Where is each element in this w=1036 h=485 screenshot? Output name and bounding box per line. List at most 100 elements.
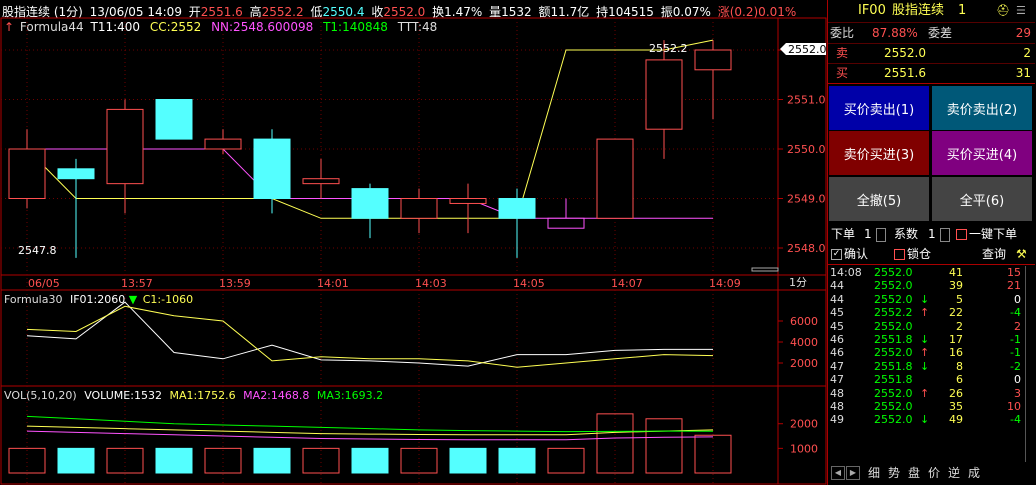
tick-delta: -1 xyxy=(1010,332,1021,346)
tick-arrow: ↑ xyxy=(920,306,930,320)
volume-bars xyxy=(8,413,732,474)
diff-label: 委差 xyxy=(928,26,953,40)
scroll-left-icon[interactable]: ◀ xyxy=(831,466,845,480)
tick-price: 2551.8 xyxy=(874,359,913,373)
vol-ma2: MA2:1468.8 xyxy=(243,389,309,402)
tick-price: 2551.8 xyxy=(874,373,913,387)
close-all-button[interactable]: 全平(6) xyxy=(932,177,1032,221)
sub-axis: 6000 4000 2000 xyxy=(778,315,818,370)
bottom-tab[interactable]: 价 xyxy=(924,463,944,483)
tick-delta: -2 xyxy=(1010,359,1021,373)
time-tick-label: 14:03 xyxy=(415,277,447,290)
tick-time: 44 xyxy=(830,292,844,306)
diff-value: 29 xyxy=(1015,26,1031,40)
kline-chart[interactable]: 2551.0 2550.0 2549.0 2548.0 06/05 13:57 13:59… xyxy=(0,0,827,485)
sell-price: 2552.0 xyxy=(884,46,926,60)
candle-body xyxy=(400,198,438,219)
bottom-tab[interactable]: 逆 xyxy=(944,463,964,483)
order-row: 下单 1 系数 1 一键下单 xyxy=(828,225,1035,243)
buy-price-sell-out-button[interactable]: 买价卖出(1) xyxy=(829,86,929,130)
tick-delta: 21 xyxy=(1007,279,1021,293)
cancel-all-button[interactable]: 全撤(5) xyxy=(829,177,929,221)
arrow-down-icon: ▼ xyxy=(129,293,138,306)
vol-ma3: MA3:1693.2 xyxy=(317,389,383,402)
vol-tick-label: 1000 xyxy=(790,442,818,455)
factor-label: 系数 xyxy=(894,227,919,241)
order-qty-input[interactable]: 1 xyxy=(864,225,872,243)
tick-price: 2552.0 xyxy=(874,266,913,279)
scroll-marker[interactable] xyxy=(751,267,779,272)
bottom-tab[interactable]: 成 xyxy=(964,463,984,483)
sub-yellow-line xyxy=(26,305,714,368)
panel-title: IF00 股指连续 1 ⛑ ☰ xyxy=(828,0,1035,23)
candle-body xyxy=(547,217,585,229)
high-annotation: 2552.2 xyxy=(649,42,688,55)
volume-ma-lines xyxy=(26,415,714,441)
query-button[interactable]: 查询 xyxy=(982,245,1006,264)
buy-price-buy-in-button[interactable]: 买价买进(4) xyxy=(932,131,1032,175)
confirm-checkbox[interactable]: ✓ 确认 xyxy=(831,245,868,264)
tick-price: 2551.8 xyxy=(874,332,913,346)
bottom-tab[interactable]: 盘 xyxy=(904,463,924,483)
volume-bar xyxy=(351,447,389,474)
tick-row: 45 2552.0 2 2 xyxy=(828,320,1035,333)
candle-body xyxy=(204,138,242,150)
tick-arrow: ↓ xyxy=(920,413,930,427)
tick-time: 47 xyxy=(830,359,844,373)
volume-bar xyxy=(302,447,340,474)
tick-price: 2552.2 xyxy=(874,306,913,320)
current-price-text: 2552.0 xyxy=(788,43,827,56)
sell-price-sell-out-button[interactable]: 卖价卖出(2) xyxy=(932,86,1032,130)
tick-volume: 16 xyxy=(949,346,963,360)
tick-row: 48 2552.0 ↑ 26 3 xyxy=(828,387,1035,400)
factor-spinner-icon[interactable] xyxy=(940,228,950,242)
tick-volume: 41 xyxy=(949,266,963,279)
candle-body xyxy=(57,168,95,180)
tick-volume: 49 xyxy=(949,413,963,427)
vol-ma1: MA1:1752.6 xyxy=(169,389,235,402)
tick-price: 2552.0 xyxy=(874,292,913,306)
volume-bar xyxy=(155,447,193,474)
tick-row: 47 2551.8 ↓ 8 -2 xyxy=(828,360,1035,373)
tick-time: 46 xyxy=(830,332,844,346)
tick-time: 14:08 xyxy=(830,266,862,279)
tick-delta: 3 xyxy=(1014,386,1021,400)
bell-icon[interactable]: ⛑ xyxy=(996,0,1010,22)
sub-white-line xyxy=(26,301,713,367)
candle-body xyxy=(155,99,193,140)
price-tick-label: 2551.0 xyxy=(787,94,826,107)
panel-code: IF00 xyxy=(858,3,886,18)
period-label[interactable]: 1分 xyxy=(789,276,807,289)
tick-volume: 22 xyxy=(949,306,963,320)
price-tick-label: 2550.0 xyxy=(787,143,826,156)
volume-bar xyxy=(449,447,487,474)
vol-title: VOL(5,10,20) xyxy=(4,389,77,402)
factor-qty-input[interactable]: 1 xyxy=(928,225,936,243)
tick-row: 14:08 2552.0 41 15 xyxy=(828,266,1035,279)
candle-body xyxy=(498,198,536,219)
menu-icon[interactable]: ☰ xyxy=(1016,0,1026,22)
scroll-right-icon[interactable]: ▶ xyxy=(846,466,860,480)
tick-arrow: ↓ xyxy=(920,359,930,373)
order-spinner-icon[interactable] xyxy=(876,228,886,242)
buy-row: 买 2551.6 31 xyxy=(828,64,1035,84)
one-key-order-checkbox[interactable]: 一键下单 xyxy=(956,225,1017,243)
volume-bar xyxy=(645,418,683,474)
tick-arrow: ↓ xyxy=(920,292,930,306)
bottom-tab[interactable]: 势 xyxy=(884,463,904,483)
bottom-tab[interactable]: 细 xyxy=(864,463,884,483)
tick-scrollbar[interactable] xyxy=(1025,266,1036,462)
formula-sub-legend: Formula30 IF01:2060 ▼ C1:-1060 xyxy=(4,293,193,306)
tools-icon[interactable]: ⚒ xyxy=(1016,245,1027,264)
buy-qty: 31 xyxy=(1015,66,1031,80)
bottom-tabs: ◀ ▶ 细势盘价逆成 xyxy=(828,463,1035,483)
formula-sub-if01: IF01:2060 xyxy=(70,293,125,306)
lock-checkbox[interactable]: 锁仓 xyxy=(894,245,931,264)
order-label: 下单 xyxy=(831,227,856,241)
time-tick-label: 06/05 xyxy=(28,277,60,290)
price-tick-label: 2549.0 xyxy=(787,193,826,206)
sell-price-buy-in-button[interactable]: 卖价买进(3) xyxy=(829,131,929,175)
tick-price: 2552.0 xyxy=(874,413,913,427)
volume-bar xyxy=(106,447,144,474)
sell-qty: 2 xyxy=(1023,46,1031,60)
